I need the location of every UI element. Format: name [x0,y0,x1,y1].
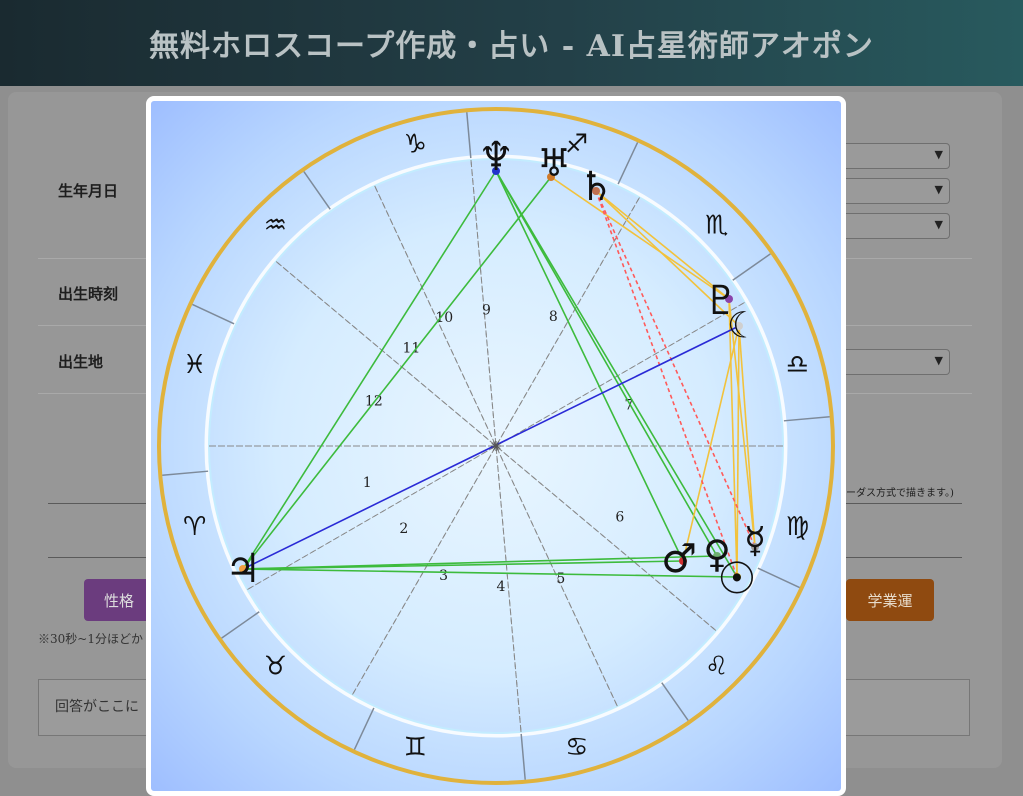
house-number-6: 6 [615,510,624,526]
saturn-glyph: ♄ [578,164,614,210]
zodiac-sign-11: ♏ [705,210,728,240]
house-number-9: 9 [482,302,491,318]
chevron-down-icon: ▼ [934,218,943,231]
aspect-line [242,176,552,570]
zodiac-divider [783,416,830,422]
aspect-line [738,325,756,548]
house-number-2: 2 [399,521,408,537]
zodiac-divider [661,682,689,721]
chevron-down-icon: ▼ [934,148,943,161]
zodiac-divider [520,733,526,780]
page-title: 無料ホロスコープ作成・占い - AI占星術師アオポン [149,29,874,64]
birth-day-select[interactable]: ▼ [846,213,950,239]
house-number-4: 4 [496,579,505,595]
horoscope-chart-modal[interactable]: ♑♒♓♈♉♊♋♌♍♎♏♐123456789101112♆♅♄♇☾♃♂♀☿☉ [146,96,846,796]
zodiac-sign-5: ♉ [264,652,287,682]
chevron-down-icon: ▼ [934,183,943,196]
zodiac-sign-6: ♊ [404,732,427,762]
study-fortune-button[interactable]: 学業運 [846,579,934,621]
zodiac-divider [617,142,639,185]
birth-place-select[interactable]: ▼ [846,349,950,375]
zodiac-divider [757,567,800,589]
jupiter-glyph: ♃ [225,546,261,592]
chevron-down-icon: ▼ [934,354,943,367]
zodiac-sign-1: ♑ [404,130,427,160]
zodiac-divider [466,112,472,159]
moon-glyph: ☾ [727,306,759,347]
aspect-line [682,325,740,562]
birth-time-label: 出生時刻 [58,285,119,303]
wait-time-note: ※30秒~1分ほどか [38,632,143,646]
zodiac-sign-8: ♌ [705,652,728,682]
horoscope-chart: ♑♒♓♈♉♊♋♌♍♎♏♐123456789101112♆♅♄♇☾♃♂♀☿☉ [157,107,835,785]
birth-place-label: 出生地 [58,353,104,371]
aspect-line [242,325,740,570]
birth-year-select[interactable]: ▼ [846,143,950,169]
zodiac-divider [221,611,260,639]
zodiac-divider [732,253,771,281]
zodiac-sign-7: ♋ [565,732,588,762]
zodiac-sign-9: ♍ [786,512,809,542]
zodiac-sign-10: ♎ [786,350,809,380]
house-number-3: 3 [439,568,448,584]
sun-glyph: ☉ [717,554,756,605]
birth-date-label: 生年月日 [58,182,119,200]
answer-placeholder: 回答がここに [55,699,139,715]
aspect-line [495,170,684,562]
birth-month-select[interactable]: ▼ [846,178,950,204]
zodiac-divider [192,303,235,325]
personality-button[interactable]: 性格 [84,579,154,621]
house-system-note: ーダス方式で描きます。) [846,488,954,499]
aspect-line [736,325,740,578]
house-number-8: 8 [549,309,558,325]
uranus-glyph: ♅ [537,141,571,185]
zodiac-sign-4: ♈ [183,512,206,542]
aspect-line [242,555,718,570]
mars-glyph: ♂ [661,536,697,582]
zodiac-divider [162,470,209,476]
zodiac-divider [303,171,331,210]
site-header: 無料ホロスコープ作成・占い - AI占星術師アオポン [0,0,1023,86]
house-number-1: 1 [363,475,372,491]
zodiac-sign-2: ♒ [264,210,287,240]
zodiac-sign-3: ♓ [183,350,206,380]
zodiac-divider [353,707,375,750]
neptune-glyph: ♆ [478,134,514,180]
